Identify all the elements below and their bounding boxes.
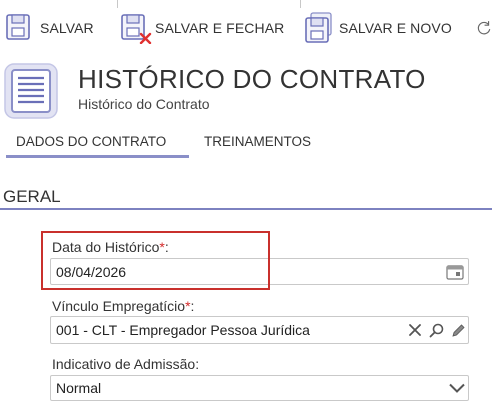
highlight-box [41,231,270,290]
save-and-new-button[interactable]: SALVAR E NOVO [305,10,452,46]
save-label: SALVAR [40,20,94,36]
search-icon[interactable] [426,320,446,340]
floppy-disk-new-icon [305,12,333,44]
tab-treinamentos[interactable]: TREINAMENTOS [204,134,311,158]
chevron-down-icon[interactable] [446,378,468,398]
toolbar: SALVAR SALVAR E FECHAR SALVAR E NOVO [0,0,492,54]
indicativo-select[interactable]: Normal [50,375,469,401]
floppy-disk-icon [6,12,34,44]
document-lines-icon [3,62,59,120]
page-title: HISTÓRICO DO CONTRATO [78,64,426,94]
save-and-close-label: SALVAR E FECHAR [155,20,285,36]
toolbar-divider [300,0,301,8]
edit-pencil-icon[interactable] [448,320,468,340]
vinculo-label: Vínculo Empregatício*: [52,298,195,314]
section-divider [0,208,492,210]
active-tab-indicator [6,155,189,158]
page-subtitle: Histórico do Contrato [78,96,210,112]
vinculo-value: 001 - CLT - Empregador Pessoa Jurídica [56,322,310,338]
clear-x-icon[interactable] [405,320,425,340]
save-and-new-label: SALVAR E NOVO [339,20,452,36]
toolbar-divider [117,0,118,8]
indicativo-value: Normal [56,380,102,396]
save-button[interactable]: SALVAR [6,10,94,46]
floppy-disk-close-icon [121,12,152,45]
section-title: GERAL [3,187,61,206]
save-and-close-button[interactable]: SALVAR E FECHAR [121,10,284,46]
refresh-icon[interactable] [470,14,492,42]
indicativo-label: Indicativo de Admissão: [52,356,200,372]
calendar-icon[interactable] [444,261,466,282]
